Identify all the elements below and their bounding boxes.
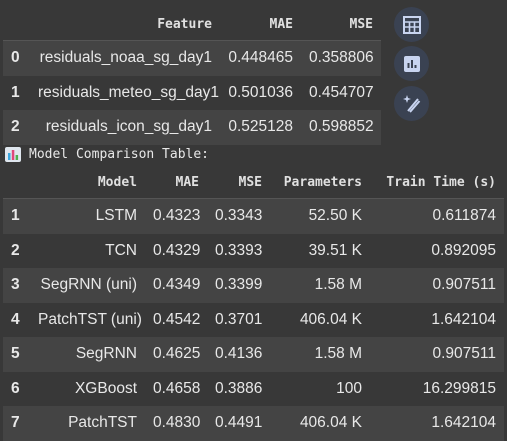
table-icon (402, 15, 421, 34)
table-row: 0 residuals_noaa_sg_day1 0.448465 0.358806 (3, 40, 381, 76)
train-time-cell: 0.907511 (370, 337, 504, 372)
mse-cell: 0.3701 (215, 310, 263, 328)
mse-cell: 0.3393 (215, 241, 263, 259)
mse-cell: 0.3886 (215, 379, 263, 397)
table-row: 2 residuals_icon_sg_day1 0.525128 0.598852 (3, 110, 381, 145)
mse-cell: 0.3343 (207, 198, 270, 234)
row-index: 6 (11, 379, 20, 397)
mae-cell: 0.501036 (228, 83, 293, 101)
mae-header: MAE (220, 8, 301, 41)
mae-cell: 0.525128 (220, 110, 301, 145)
train-time-cell: 0.611874 (370, 198, 504, 234)
row-index: 7 (3, 406, 30, 441)
train-time-header: Train Time (s) (370, 166, 504, 199)
table-row: 2 TCN 0.4329 0.3393 39.51 K 0.892095 (3, 234, 504, 269)
parameters-cell: 1.58 M (270, 268, 370, 303)
parameters-cell: 406.04 K (299, 310, 362, 328)
mae-cell: 0.4625 (145, 337, 207, 372)
mae-cell: 0.4323 (145, 198, 207, 234)
feature-cell: residuals_meteo_sg_day1 (38, 83, 219, 101)
train-time-cell: 0.892095 (431, 241, 496, 259)
feature-cell: residuals_icon_sg_day1 (30, 110, 220, 145)
mse-cell: 0.358806 (301, 40, 381, 76)
model-comparison-table: Model MAE MSE Parameters Train Time (s) … (3, 166, 504, 441)
mae-cell: 0.4329 (153, 241, 201, 259)
table-row: 1 LSTM 0.4323 0.3343 52.50 K 0.611874 (3, 198, 504, 234)
row-index: 5 (3, 337, 30, 372)
train-time-cell: 16.299815 (422, 379, 496, 397)
mse-cell: 0.4491 (207, 406, 270, 441)
generate-code-button[interactable] (394, 86, 429, 121)
magic-edit-icon (402, 94, 420, 113)
model-cell: PatchTST (30, 406, 145, 441)
mae-cell: 0.448465 (220, 40, 301, 76)
model-cell: LSTM (30, 198, 145, 234)
caption-text: Model Comparison Table: (29, 147, 210, 162)
model-comparison-caption: Model Comparison Table: (5, 147, 209, 162)
table-row: 4 PatchTST (uni) 0.4542 0.3701 406.04 K 1.642… (3, 303, 504, 338)
mae-cell: 0.4349 (145, 268, 207, 303)
feature-cell: residuals_noaa_sg_day1 (30, 40, 220, 76)
model-cell: TCN (105, 241, 137, 259)
index-header (3, 8, 30, 41)
mse-cell: 0.4136 (207, 337, 270, 372)
feature-results-table: Feature MAE MSE 0 residuals_noaa_sg_day1 0… (3, 8, 381, 145)
table-row: 7 PatchTST 0.4830 0.4491 406.04 K 1.642104 (3, 406, 504, 441)
row-index: 3 (3, 268, 30, 303)
feature-header: Feature (30, 8, 220, 41)
row-index: 4 (11, 310, 20, 328)
mse-header: MSE (207, 166, 270, 199)
mae-cell: 0.4658 (153, 379, 201, 397)
model-header: Model (30, 166, 145, 199)
mae-cell: 0.4830 (145, 406, 207, 441)
mse-cell: 0.598852 (301, 110, 381, 145)
mse-cell: 0.454707 (309, 83, 374, 101)
parameters-cell: 100 (336, 379, 362, 397)
suggest-charts-button[interactable] (394, 46, 429, 81)
parameters-cell: 39.51 K (308, 241, 362, 259)
train-time-cell: 1.642104 (431, 310, 496, 328)
parameters-cell: 406.04 K (270, 406, 370, 441)
table-row: 1 residuals_meteo_sg_day1 0.501036 0.454707 (3, 76, 381, 111)
mae-cell: 0.4542 (153, 310, 201, 328)
bar-chart-emoji-icon (5, 147, 21, 162)
mse-header: MSE (301, 8, 381, 41)
table-header-row: Feature MAE MSE (3, 8, 381, 41)
mse-cell: 0.3399 (207, 268, 270, 303)
table-row: 5 SegRNN 0.4625 0.4136 1.58 M 0.907511 (3, 337, 504, 372)
convert-to-table-button[interactable] (394, 7, 429, 42)
table-row: 3 SegRNN (uni) 0.4349 0.3399 1.58 M 0.907511 (3, 268, 504, 303)
parameters-cell: 52.50 K (270, 198, 370, 234)
model-cell: XGBoost (74, 379, 137, 397)
table-header-row: Model MAE MSE Parameters Train Time (s) (3, 166, 504, 199)
row-index: 1 (3, 198, 30, 234)
table-row: 6 XGBoost 0.4658 0.3886 100 16.299815 (3, 372, 504, 407)
model-cell: PatchTST (uni) (38, 310, 142, 328)
row-index: 2 (3, 110, 30, 145)
row-index: 1 (11, 83, 20, 101)
index-header (3, 166, 30, 199)
train-time-cell: 0.907511 (370, 268, 504, 303)
row-index: 2 (11, 241, 20, 259)
mae-header: MAE (145, 166, 207, 199)
row-index: 0 (3, 40, 30, 76)
model-cell: SegRNN (uni) (30, 268, 145, 303)
parameters-header: Parameters (270, 166, 370, 199)
chart-icon (403, 55, 420, 72)
model-cell: SegRNN (30, 337, 145, 372)
train-time-cell: 1.642104 (370, 406, 504, 441)
parameters-cell: 1.58 M (270, 337, 370, 372)
